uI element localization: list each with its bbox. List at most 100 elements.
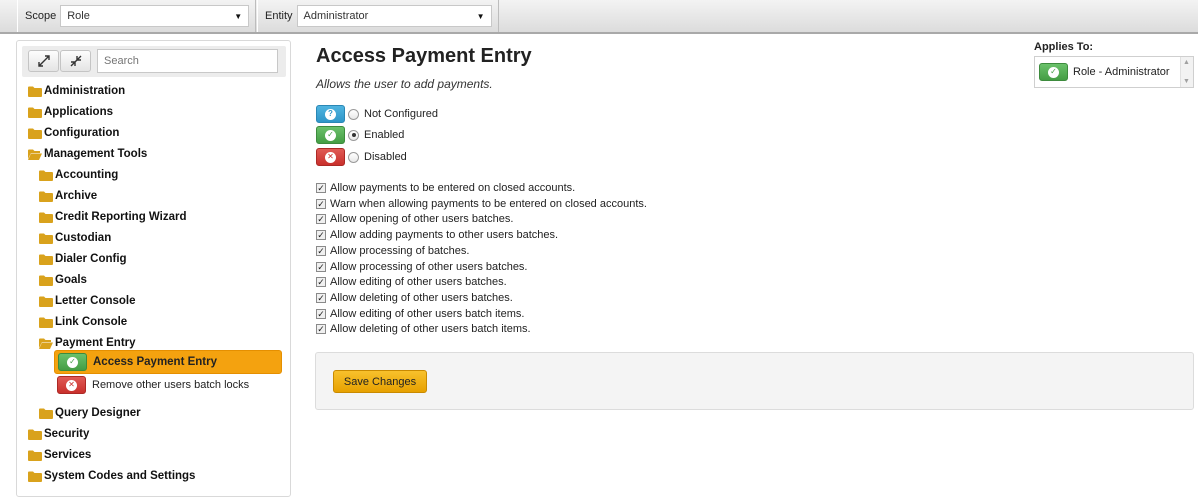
entity-select[interactable]: Administrator ▼ xyxy=(296,5,492,27)
tree-node-archive[interactable]: Archive xyxy=(39,187,97,205)
question-icon: ? xyxy=(316,105,345,123)
permission-item[interactable]: ✓ Allow deleting of other users batches. xyxy=(316,291,513,305)
permission-checkbox[interactable]: ✓ xyxy=(316,183,326,193)
tree-node-label: Configuration xyxy=(44,127,120,139)
tree-node-label: Dialer Config xyxy=(55,253,127,265)
scroll-down-icon[interactable]: ▼ xyxy=(1183,78,1190,85)
tree-node-label: Services xyxy=(44,449,92,461)
permission-item[interactable]: ✓ Warn when allowing payments to be enter… xyxy=(316,197,647,211)
tree-node-letter-console[interactable]: Letter Console xyxy=(39,292,136,310)
folder-icon xyxy=(39,408,53,419)
tree-node-label: Accounting xyxy=(55,169,119,181)
permission-item[interactable]: ✓ Allow payments to be entered on closed … xyxy=(316,181,575,195)
tree-node-label: Link Console xyxy=(55,316,128,328)
tree-node-administration[interactable]: Administration xyxy=(28,82,125,100)
tree-node-label: Goals xyxy=(55,274,87,286)
folder-icon xyxy=(39,233,53,244)
permission-checkbox[interactable]: ✓ xyxy=(316,230,326,240)
page-title: Access Payment Entry xyxy=(316,45,532,67)
entity-group: Entity Administrator ▼ xyxy=(257,0,499,32)
tree-node-custodian[interactable]: Custodian xyxy=(39,229,111,247)
tree-node-services[interactable]: Services xyxy=(28,446,91,464)
save-changes-button[interactable]: Save Changes xyxy=(333,370,427,393)
entity-label: Entity xyxy=(265,10,293,22)
permission-checkbox[interactable]: ✓ xyxy=(316,262,326,272)
disabled-status-icon: ✕ xyxy=(57,376,86,394)
folder-icon xyxy=(39,254,53,265)
permission-label: Allow processing of other users batches. xyxy=(330,261,528,273)
folder-icon xyxy=(28,429,42,440)
tree-node-label: Applications xyxy=(44,106,114,118)
option-not-configured[interactable]: ? Not Configured xyxy=(316,105,438,123)
permission-item[interactable]: ✓ Allow processing of other users batches… xyxy=(316,260,528,274)
permission-checkbox[interactable]: ✓ xyxy=(316,293,326,303)
tree-node-applications[interactable]: Applications xyxy=(28,103,113,121)
expand-all-icon xyxy=(37,55,50,67)
enabled-status-icon: ✓ xyxy=(58,353,87,371)
tree-node-query-designer[interactable]: Query Designer xyxy=(39,404,141,422)
permission-item[interactable]: ✓ Allow processing of batches. xyxy=(316,244,469,258)
tree-toolbar xyxy=(22,46,286,77)
scope-select[interactable]: Role ▼ xyxy=(60,5,250,27)
radio-enabled[interactable] xyxy=(348,129,359,141)
permission-checkbox[interactable]: ✓ xyxy=(316,324,326,334)
radio-disabled[interactable] xyxy=(348,151,359,163)
tree-search-input[interactable] xyxy=(97,49,278,73)
tree-node-goals[interactable]: Goals xyxy=(39,271,87,289)
tree-node-credit-reporting-wizard[interactable]: Credit Reporting Wizard xyxy=(39,208,187,226)
tree-node-label: Security xyxy=(44,428,90,440)
permission-item[interactable]: ✓ Allow editing of other users batch item… xyxy=(316,307,524,321)
permission-checkbox[interactable]: ✓ xyxy=(316,214,326,224)
top-toolbar: Scope Role ▼ Entity Administrator ▼ xyxy=(0,0,1198,34)
expand-all-button[interactable] xyxy=(28,50,59,72)
permission-item[interactable]: ✓ Allow opening of other users batches. xyxy=(316,212,513,226)
folder-open-icon xyxy=(28,149,42,160)
tree-node-system-codes[interactable]: System Codes and Settings xyxy=(28,467,195,485)
tree-node-management-tools[interactable]: Management Tools xyxy=(28,145,147,163)
folder-icon xyxy=(28,107,42,118)
folder-icon xyxy=(39,191,53,202)
option-label: Disabled xyxy=(364,151,407,163)
page-description: Allows the user to add payments. xyxy=(316,77,493,91)
tree-node-dialer-config[interactable]: Dialer Config xyxy=(39,250,127,268)
tree-node-label: Management Tools xyxy=(44,148,148,160)
save-panel: Save Changes xyxy=(315,352,1194,410)
tree-leaf-remove-batch-locks[interactable]: ✕ Remove other users batch locks xyxy=(54,373,249,397)
tree-leaf-access-payment-entry[interactable]: ✓ Access Payment Entry xyxy=(54,350,282,374)
tree-node-accounting[interactable]: Accounting xyxy=(39,166,118,184)
collapse-all-button[interactable] xyxy=(60,50,91,72)
permission-checkbox[interactable]: ✓ xyxy=(316,199,326,209)
permission-label: Allow processing of batches. xyxy=(330,245,470,257)
tree-node-security[interactable]: Security xyxy=(28,425,89,443)
permission-label: Warn when allowing payments to be entere… xyxy=(330,198,647,210)
permission-checkbox[interactable]: ✓ xyxy=(316,309,326,319)
permission-checkbox[interactable]: ✓ xyxy=(316,246,326,256)
permission-checkbox[interactable]: ✓ xyxy=(316,277,326,287)
scroll-up-icon[interactable]: ▲ xyxy=(1183,59,1190,66)
radio-not-configured[interactable] xyxy=(348,108,359,120)
permission-item[interactable]: ✓ Allow deleting of other users batch ite… xyxy=(316,322,531,336)
tree-node-label: Custodian xyxy=(55,232,112,244)
applies-to-scrollbar[interactable]: ▲ ▼ xyxy=(1180,57,1193,87)
permission-label: Allow editing of other users batch items… xyxy=(330,308,525,320)
applies-to-list: ✓ Role - Administrator ▲ ▼ xyxy=(1034,56,1194,88)
tree-node-configuration[interactable]: Configuration xyxy=(28,124,119,142)
option-disabled[interactable]: ✕ Disabled xyxy=(316,148,407,166)
scope-group: Scope Role ▼ xyxy=(17,0,257,32)
tree-leaf-label: Access Payment Entry xyxy=(93,356,218,368)
applies-to-item[interactable]: ✓ Role - Administrator xyxy=(1039,63,1170,81)
permission-item[interactable]: ✓ Allow adding payments to other users ba… xyxy=(316,228,558,242)
permission-label: Allow adding payments to other users bat… xyxy=(330,229,559,241)
scope-label: Scope xyxy=(25,10,57,22)
close-icon: ✕ xyxy=(316,148,345,166)
permission-item[interactable]: ✓ Allow editing of other users batches. xyxy=(316,275,507,289)
applies-to-item-label: Role - Administrator xyxy=(1073,66,1170,78)
tree-node-link-console[interactable]: Link Console xyxy=(39,313,127,331)
tree-node-label: Payment Entry xyxy=(55,337,136,349)
option-enabled[interactable]: ✓ Enabled xyxy=(316,126,404,144)
permission-label: Allow payments to be entered on closed a… xyxy=(330,182,576,194)
folder-icon xyxy=(39,296,53,307)
check-icon: ✓ xyxy=(1039,63,1068,81)
permission-label: Allow deleting of other users batch item… xyxy=(330,323,531,335)
folder-icon xyxy=(28,86,42,97)
